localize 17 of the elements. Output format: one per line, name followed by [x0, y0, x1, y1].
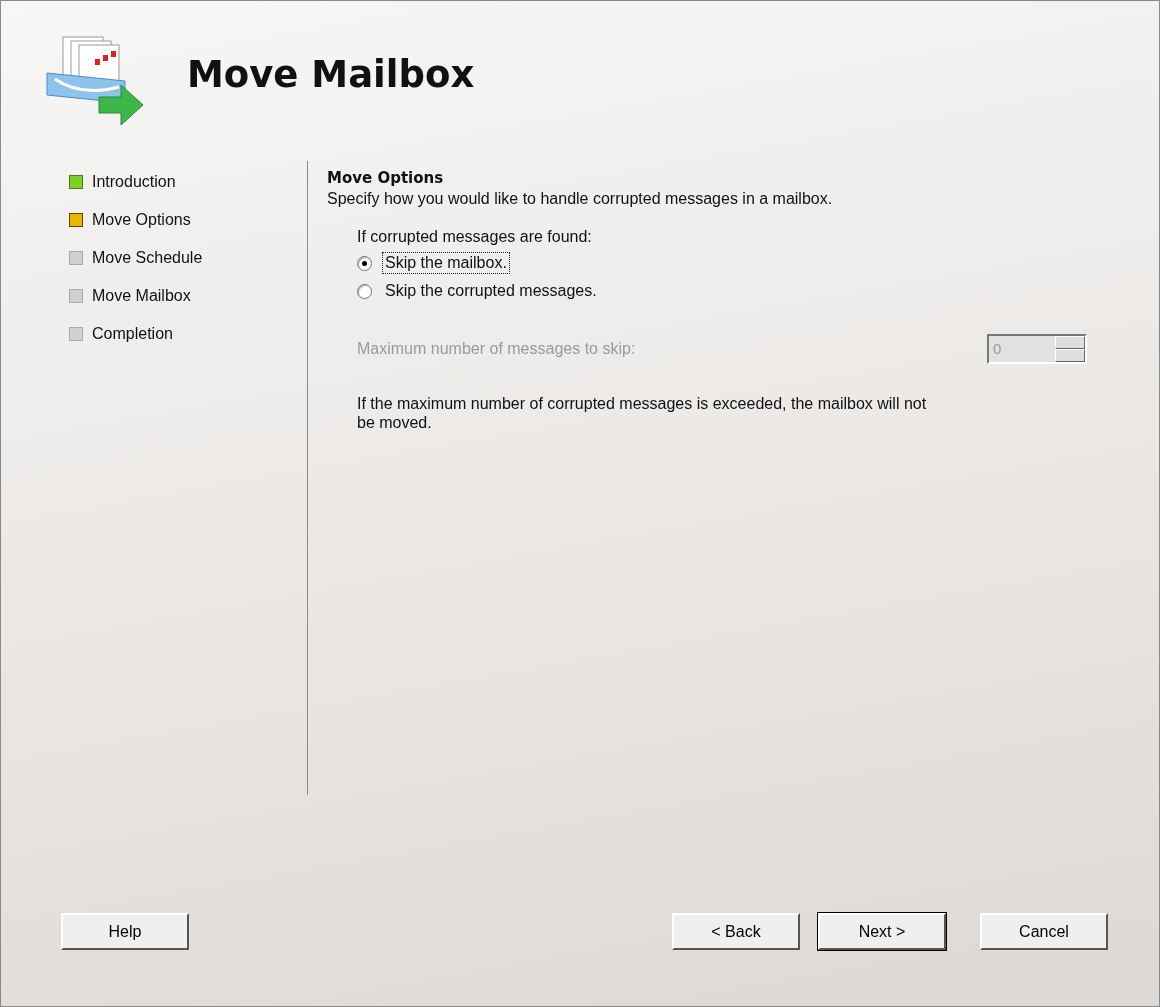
- dialog-button[interactable]: Help: [61, 913, 189, 950]
- step-label: Move Mailbox: [92, 287, 191, 305]
- page-heading: Move Options: [327, 169, 445, 187]
- max-skip-label: Maximum number of messages to skip:: [357, 340, 636, 358]
- radio-label[interactable]: Skip the mailbox.: [382, 252, 510, 274]
- window-title: Move Mailbox: [187, 52, 475, 96]
- step-label: Introduction: [92, 173, 176, 191]
- step-label: Move Options: [92, 211, 191, 229]
- step-label: Move Schedule: [92, 249, 203, 267]
- option-prompt: If corrupted messages are found:: [357, 228, 593, 246]
- dialog-button[interactable]: Next >: [818, 913, 946, 950]
- step-label: Completion: [92, 325, 173, 343]
- dialog-button[interactable]: < Back: [672, 913, 800, 950]
- page-description: Specify how you would like to handle corrupted messages in a mailbox.: [327, 190, 834, 208]
- radio-label[interactable]: Skip the corrupted messages.: [382, 280, 600, 302]
- dialog-button[interactable]: Cancel: [980, 913, 1108, 950]
- note-text: If the maximum number of corrupted messages is exceeded, the mailbox will not be moved.: [357, 394, 927, 432]
